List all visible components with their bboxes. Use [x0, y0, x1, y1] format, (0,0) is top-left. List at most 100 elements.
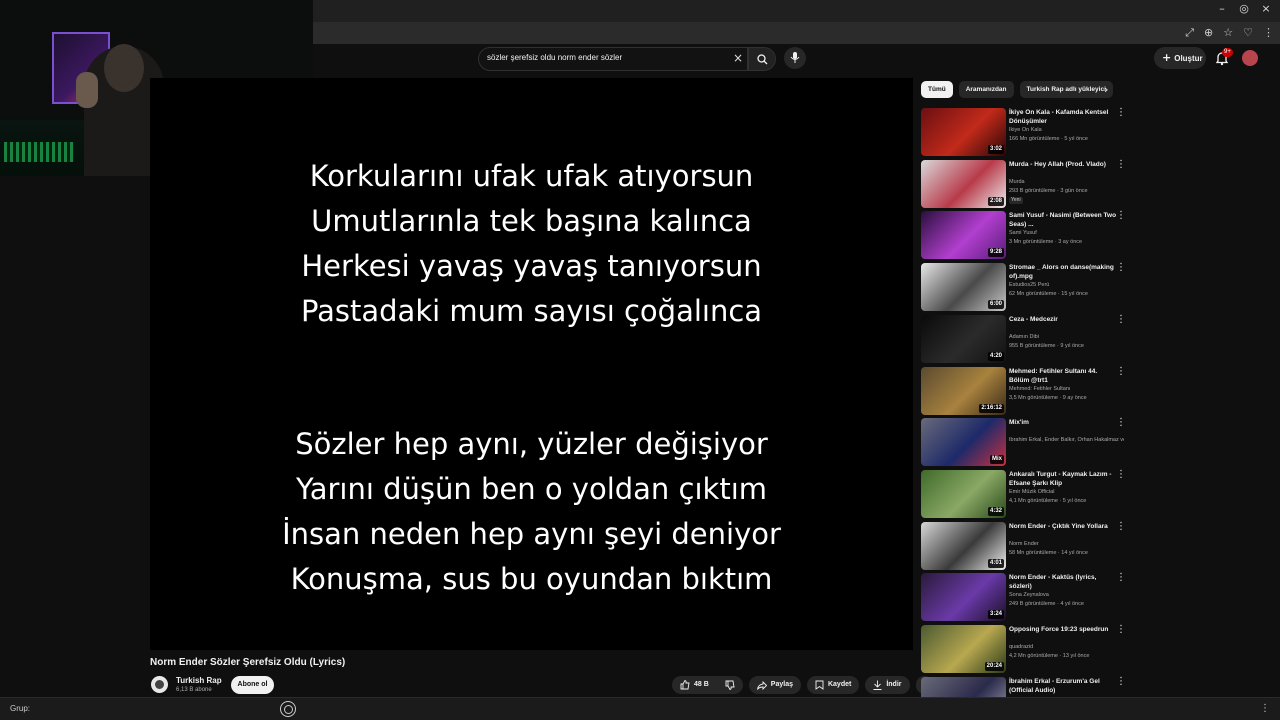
recommendation-title[interactable]: İbrahim Erkal - Erzurum'a Gel (Official … [1009, 677, 1119, 695]
search-button[interactable] [748, 47, 776, 71]
download-button[interactable]: İndir [865, 676, 910, 694]
search-input[interactable]: sözler şerefsiz oldu norm ender sözler × [478, 47, 748, 71]
recommendation-item[interactable]: 4:32 Ankaralı Turgut - Kaymak Lazım - Efs… [921, 470, 1131, 518]
recommendation-title[interactable]: Sami Yusuf - Nasimi (Between Two Seas) .… [1009, 211, 1119, 229]
more-options-icon[interactable]: ⋮ [1116, 211, 1126, 221]
lyrics-block-bottom: Sözler hep aynı, yüzler değişiyor Yarını … [150, 422, 913, 602]
browser-toolbar-icon[interactable]: ⋮ [1263, 26, 1274, 40]
video-thumbnail[interactable]: 4:01 [921, 522, 1006, 570]
more-options-icon[interactable]: ⋮ [1116, 263, 1126, 273]
browser-toolbar-icon[interactable]: ⊕ [1204, 26, 1213, 40]
group-menu-icon[interactable]: ⋮ [1260, 703, 1270, 714]
recommendation-meta: 249 B görüntüleme · 4 yıl önce [1009, 601, 1084, 607]
recommendation-item[interactable]: 6:00 Stromae _ Alors on danse(making of).… [921, 263, 1131, 311]
browser-toolbar-icon[interactable]: ⤢ [1185, 26, 1194, 40]
lyric-line: Konuşma, sus bu oyundan bıktım [290, 562, 773, 596]
duration-badge: 2:08 [987, 197, 1004, 206]
video-actions: 48 B Paylaş Kaydet İndir ⋯ [672, 676, 933, 694]
close-window-button[interactable]: × [1256, 2, 1276, 15]
video-thumbnail[interactable]: 20:24 [921, 625, 1006, 673]
thumbs-down-icon[interactable] [725, 680, 735, 690]
video-thumbnail[interactable]: 4:20 [921, 315, 1006, 363]
recommendation-title[interactable]: Murda - Hey Allah (Prod. Vlado) [1009, 160, 1119, 169]
recommendation-title[interactable]: Norm Ender - Kaktüs (lyrics, sözleri) [1009, 573, 1119, 591]
lyrics-block-top: Korkularını ufak ufak atıyorsun Umutların… [150, 154, 913, 334]
recommendation-item[interactable]: 20:24 Opposing Force 19:23 speedrun quadra… [921, 625, 1131, 673]
recommendation-item[interactable]: İbrahim Erkal - Erzurum'a Gel (Official … [921, 677, 1131, 720]
search-query[interactable]: sözler şerefsiz oldu norm ender sözler [487, 53, 622, 62]
recommendation-meta: 293 B görüntüleme · 3 gün önce [1009, 188, 1088, 194]
browser-toolbar-icon[interactable]: ♡ [1243, 26, 1253, 40]
filter-chip[interactable]: Turkish Rap adlı yükleyici [1019, 81, 1113, 98]
recommendation-meta: 3,5 Mn görüntüleme · 9 ay önce [1009, 395, 1087, 401]
recommendation-title[interactable]: Mehmed: Fetihler Sultanı 44. Bölüm @trt1 [1009, 367, 1119, 385]
clear-search-icon[interactable]: × [733, 51, 743, 65]
recommendation-item[interactable]: 3:02 İkiye On Kala - Kafamda Kentsel Dönü… [921, 108, 1131, 156]
recommendation-title[interactable]: İkiye On Kala - Kafamda Kentsel Dönüşüml… [1009, 108, 1119, 126]
filter-chip[interactable]: Aramanızdan [958, 81, 1014, 98]
notification-count-badge: 9+ [1222, 48, 1233, 57]
browser-toolbar-icon[interactable]: ☆ [1223, 26, 1233, 40]
video-thumbnail[interactable]: 3:02 [921, 108, 1006, 156]
user-avatar[interactable] [1242, 50, 1258, 66]
search-icon [757, 54, 768, 65]
video-thumbnail[interactable]: 4:32 [921, 470, 1006, 518]
restore-button[interactable]: ◎ [1234, 2, 1254, 15]
duration-badge: Mix [989, 455, 1004, 464]
channel-avatar[interactable] [151, 676, 168, 693]
more-options-icon[interactable]: ⋮ [1116, 108, 1126, 118]
recommendation-channel: İkiye On Kala [1009, 127, 1042, 133]
more-options-icon[interactable]: ⋮ [1116, 160, 1126, 170]
recommendation-title[interactable]: Ceza - Medcezir [1009, 315, 1119, 324]
recommendation-meta: 62 Mn görüntüleme · 15 yıl önce [1009, 291, 1088, 297]
filter-chip[interactable]: Tümü [921, 81, 953, 98]
chips-next-arrow-icon[interactable]: › [1104, 83, 1108, 96]
lyric-line: Pastadaki mum sayısı çoğalınca [300, 294, 763, 328]
lyric-line: Umutlarınla tek başına kalınca [311, 204, 752, 238]
create-button[interactable]: + Oluştur [1154, 47, 1206, 69]
recommendation-item[interactable]: 2:08 Murda - Hey Allah (Prod. Vlado) Murda… [921, 160, 1131, 208]
share-button[interactable]: Paylaş [748, 676, 801, 694]
save-button[interactable]: Kaydet [806, 676, 860, 694]
channel-name[interactable]: Turkish Rap [176, 676, 222, 685]
recommendation-meta: 4,1 Mn görüntüleme · 5 yıl önce [1009, 498, 1087, 504]
video-thumbnail[interactable]: 9:28 [921, 211, 1006, 259]
new-badge: Yeni [1009, 197, 1023, 204]
recommendation-item[interactable]: 3:24 Norm Ender - Kaktüs (lyrics, sözleri… [921, 573, 1131, 621]
recommendation-meta: 4,2 Mn görüntüleme · 13 yıl önce [1009, 653, 1090, 659]
group-target-icon[interactable] [280, 701, 296, 717]
like-button[interactable]: 48 B [672, 676, 743, 694]
recommendation-item[interactable]: Mix Mix'im İbrahim Erkal, Ender Balkır, Or… [921, 418, 1131, 466]
recommendation-item[interactable]: 4:01 Norm Ender - Çıktık Yine Yollara Norm… [921, 522, 1131, 570]
more-options-icon[interactable]: ⋮ [1116, 573, 1126, 583]
more-options-icon[interactable]: ⋮ [1116, 470, 1126, 480]
video-thumbnail[interactable]: 2:16:12 [921, 367, 1006, 415]
video-thumbnail[interactable]: Mix [921, 418, 1006, 466]
more-options-icon[interactable]: ⋮ [1116, 367, 1126, 377]
like-count: 48 B [694, 681, 709, 688]
more-options-icon[interactable]: ⋮ [1116, 315, 1126, 325]
recommendation-title[interactable]: Stromae _ Alors on danse(making of).mpg [1009, 263, 1119, 281]
video-thumbnail[interactable]: 6:00 [921, 263, 1006, 311]
video-player[interactable]: Korkularını ufak ufak atıyorsun Umutların… [150, 78, 913, 650]
recommendation-item[interactable]: 9:28 Sami Yusuf - Nasimi (Between Two Sea… [921, 211, 1131, 259]
voice-search-button[interactable] [784, 47, 806, 69]
video-thumbnail[interactable]: 3:24 [921, 573, 1006, 621]
recommendation-meta: 3 Mn görüntüleme · 3 ay önce [1009, 239, 1083, 245]
recommendation-title[interactable]: Norm Ender - Çıktık Yine Yollara [1009, 522, 1119, 531]
more-options-icon[interactable]: ⋮ [1116, 522, 1126, 532]
more-options-icon[interactable]: ⋮ [1116, 625, 1126, 635]
video-thumbnail[interactable]: 2:08 [921, 160, 1006, 208]
subscribe-button[interactable]: Abone ol [231, 676, 274, 694]
recommendation-item[interactable]: 2:16:12 Mehmed: Fetihler Sultanı 44. Bölü… [921, 367, 1131, 415]
more-options-icon[interactable]: ⋮ [1116, 677, 1126, 687]
minimize-button[interactable]: – [1212, 2, 1232, 15]
more-options-icon[interactable]: ⋮ [1116, 418, 1126, 428]
share-label: Paylaş [770, 681, 793, 688]
recommendation-title[interactable]: Mix'im [1009, 418, 1119, 427]
duration-badge: 3:02 [987, 145, 1004, 154]
recommendation-channel: Norm Ender [1009, 541, 1039, 547]
recommendation-title[interactable]: Ankaralı Turgut - Kaymak Lazım - Efsane … [1009, 470, 1119, 488]
recommendation-item[interactable]: 4:20 Ceza - Medcezir Adamın Dibi 955 B görü… [921, 315, 1131, 363]
recommendation-title[interactable]: Opposing Force 19:23 speedrun [1009, 625, 1119, 634]
